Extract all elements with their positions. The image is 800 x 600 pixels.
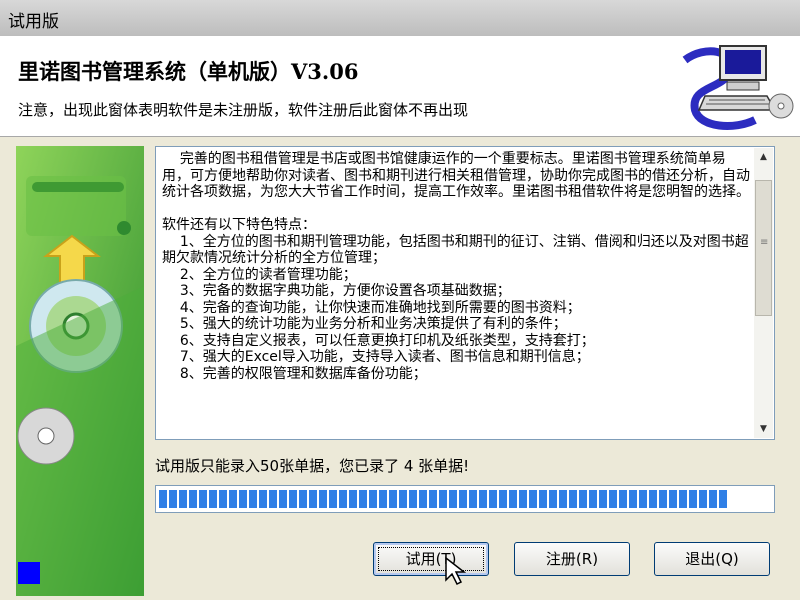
progress-block	[499, 490, 507, 508]
progress-block	[309, 490, 317, 508]
progress-block	[409, 490, 417, 508]
progress-block	[219, 490, 227, 508]
computer-cd-logo-icon	[682, 45, 794, 130]
progress-block	[379, 490, 387, 508]
progress-block	[549, 490, 557, 508]
progress-block	[719, 490, 727, 508]
progress-bar	[155, 485, 775, 513]
scroll-up-arrow-icon[interactable]: ▲	[754, 148, 773, 166]
progress-block	[449, 490, 457, 508]
progress-block	[639, 490, 647, 508]
progress-block	[389, 490, 397, 508]
scroll-down-arrow-icon[interactable]: ▼	[754, 420, 773, 438]
progress-block	[459, 490, 467, 508]
progress-block	[619, 490, 627, 508]
progress-block	[339, 490, 347, 508]
progress-block	[209, 490, 217, 508]
progress-block	[169, 490, 177, 508]
progress-block	[489, 490, 497, 508]
header-panel: 里诺图书管理系统（单机版）V3.06 注意，出现此窗体表明软件是未注册版，软件注…	[0, 36, 800, 137]
progress-block	[299, 490, 307, 508]
progress-block	[539, 490, 547, 508]
progress-block	[559, 490, 567, 508]
vertical-scrollbar[interactable]: ▲ ≡ ▼	[754, 148, 773, 438]
progress-block	[249, 490, 257, 508]
progress-block	[709, 490, 717, 508]
progress-block	[659, 490, 667, 508]
progress-block	[429, 490, 437, 508]
progress-block	[399, 490, 407, 508]
progress-block	[199, 490, 207, 508]
progress-block	[319, 490, 327, 508]
grip-icon: ≡	[760, 237, 769, 248]
title-bar: 试用版	[0, 0, 800, 37]
progress-block	[369, 490, 377, 508]
progress-block	[609, 490, 617, 508]
progress-block	[649, 490, 657, 508]
progress-block	[229, 490, 237, 508]
progress-block	[469, 490, 477, 508]
progress-block	[189, 490, 197, 508]
progress-block	[569, 490, 577, 508]
progress-block	[439, 490, 447, 508]
register-button-label: 注册(R)	[545, 550, 599, 568]
progress-block	[599, 490, 607, 508]
progress-block	[159, 490, 167, 508]
progress-block	[669, 490, 677, 508]
window-title: 试用版	[8, 12, 59, 32]
progress-block	[359, 490, 367, 508]
status-indicator	[18, 562, 40, 584]
register-button[interactable]: 注册(R)	[514, 542, 630, 576]
progress-block	[419, 490, 427, 508]
progress-block	[349, 490, 357, 508]
progress-block	[589, 490, 597, 508]
progress-block	[629, 490, 637, 508]
progress-block	[179, 490, 187, 508]
trial-button[interactable]: 试用(T)	[373, 542, 489, 576]
progress-block	[269, 490, 277, 508]
registration-notice: 注意，出现此窗体表明软件是未注册版，软件注册后此窗体不再出现	[18, 101, 469, 119]
exit-button[interactable]: 退出(Q)	[654, 542, 770, 576]
exit-button-label: 退出(Q)	[685, 550, 739, 568]
description-text[interactable]: 完善的图书租借管理是书店或图书馆健康运作的一个重要标志。里诺图书管理系统简单易用…	[158, 149, 754, 437]
progress-block	[689, 490, 697, 508]
scroll-thumb[interactable]: ≡	[755, 180, 772, 316]
progress-block	[679, 490, 687, 508]
progress-block	[529, 490, 537, 508]
progress-block	[479, 490, 487, 508]
trial-status-text: 试用版只能录入50张单据，您已录了 4 张单据!	[155, 457, 470, 475]
progress-block	[289, 490, 297, 508]
app-title: 里诺图书管理系统（单机版）V3.06	[18, 59, 359, 84]
mouse-pointer-icon	[445, 556, 467, 586]
progress-block	[279, 490, 287, 508]
side-artwork	[16, 146, 144, 596]
progress-block	[699, 490, 707, 508]
progress-block	[579, 490, 587, 508]
progress-block	[239, 490, 247, 508]
progress-block	[329, 490, 337, 508]
description-box[interactable]: 完善的图书租借管理是书店或图书馆健康运作的一个重要标志。里诺图书管理系统简单易用…	[155, 146, 775, 440]
progress-block	[519, 490, 527, 508]
progress-block	[259, 490, 267, 508]
progress-block	[509, 490, 517, 508]
progress-fill	[159, 490, 731, 508]
